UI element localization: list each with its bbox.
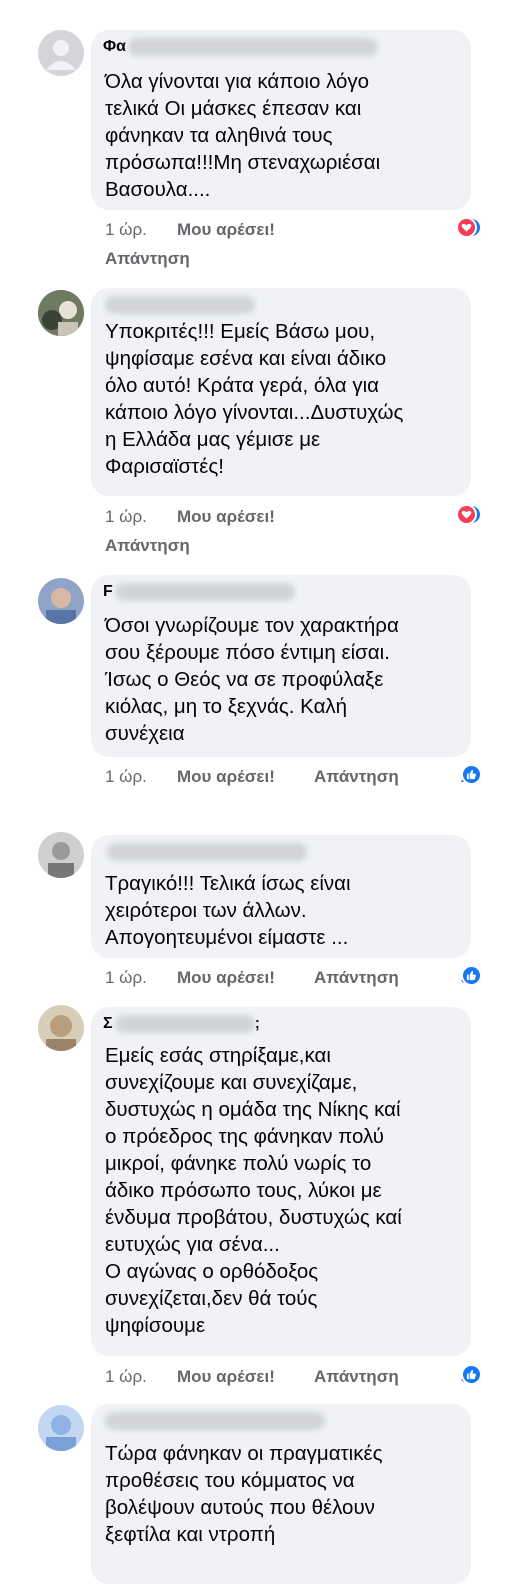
like-button[interactable]: Μου αρέσει! [177, 217, 275, 243]
comment-text: Υποκριτές!!! Εμείς Βάσω μου, ψηφίσαμε εσ… [105, 320, 404, 478]
like-button[interactable]: Μου αρέσει! [177, 1364, 275, 1390]
timestamp[interactable]: 1 ώρ. [105, 1364, 147, 1390]
reply-button[interactable]: Απάντηση [105, 533, 190, 559]
timestamp[interactable]: 1 ώρ. [105, 764, 147, 790]
like-button[interactable]: Μου αρέσει! [177, 965, 275, 991]
comment-actions: 1 ώρ. Μου αρέσει! 3 [105, 217, 482, 243]
like-button[interactable]: Μου αρέσει! [177, 764, 275, 790]
commenter-name[interactable]: F [103, 581, 295, 603]
love-icon [455, 504, 477, 525]
commenter-name[interactable] [103, 294, 255, 316]
comment-text: Όλα γίνονται για κάποιο λόγο τελικά Οι μ… [105, 70, 381, 201]
avatar-photo [38, 578, 84, 624]
reactions[interactable]: 2 [460, 764, 482, 790]
avatar[interactable] [38, 578, 84, 624]
like-icon [460, 764, 482, 785]
comment-bubble: Υποκριτές!!! Εμείς Βάσω μου, ψηφίσαμε εσ… [91, 288, 471, 496]
comment-actions: 1 ώρ. Μου αρέσει! Απάντηση 3 [105, 1364, 482, 1390]
comment-bubble: Τραγικό!!! Τελικά ίσως είναι χειρότεροι … [91, 835, 471, 958]
avatar-photo [38, 1005, 84, 1051]
default-avatar-icon [38, 30, 84, 76]
comment-text: Εμείς εσάς στηρίξαμε,και συνεχίζουμε και… [105, 1044, 402, 1337]
reply-button[interactable]: Απάντηση [314, 965, 399, 991]
timestamp[interactable]: 1 ώρ. [105, 217, 147, 243]
avatar[interactable] [38, 1005, 84, 1051]
commenter-name[interactable] [103, 1410, 325, 1432]
like-button[interactable]: Μου αρέσει! [177, 504, 275, 530]
commenter-name[interactable]: Φα [103, 36, 378, 58]
comment-text: Όσοι γνωρίζουμε τον χαρακτήρα σου ξέρουμ… [105, 614, 399, 745]
comment-bubble: F Όσοι γνωρίζουμε τον χαρακτήρα σου ξέρο… [91, 575, 471, 757]
reactions[interactable]: 3 [460, 1364, 482, 1390]
avatar-photo [38, 832, 84, 878]
reactions[interactable]: 3 [460, 965, 482, 991]
timestamp[interactable]: 1 ώρ. [105, 965, 147, 991]
reactions[interactable]: 3 [455, 217, 482, 243]
reply-button[interactable]: Απάντηση [105, 246, 190, 272]
comment-text: Τραγικό!!! Τελικά ίσως είναι χειρότεροι … [105, 872, 351, 949]
avatar-photo [38, 290, 84, 336]
comment-actions: 1 ώρ. Μου αρέσει! Απάντηση 2 [105, 764, 482, 790]
like-icon [460, 965, 482, 986]
comment-bubble: Φα Όλα γίνονται για κάποιο λόγο τελικά Ο… [91, 30, 471, 210]
comment-text: Τώρα φάνηκαν οι πραγματικές προθέσεις το… [105, 1442, 383, 1546]
comment-bubble: Τώρα φάνηκαν οι πραγματικές προθέσεις το… [91, 1404, 471, 1584]
reply-button[interactable]: Απάντηση [314, 764, 399, 790]
comment-actions: 1 ώρ. Μου αρέσει! Απάντηση 3 [105, 965, 482, 991]
avatar[interactable] [38, 30, 84, 76]
comment-bubble: Σ; Εμείς εσάς στηρίξαμε,και συνεχίζουμε … [91, 1007, 471, 1356]
reply-button[interactable]: Απάντηση [314, 1364, 399, 1390]
avatar[interactable] [38, 1405, 84, 1451]
avatar-photo [38, 1405, 84, 1451]
avatar[interactable] [38, 832, 84, 878]
avatar[interactable] [38, 290, 84, 336]
like-icon [460, 1364, 482, 1385]
love-icon [455, 217, 477, 238]
commenter-name[interactable]: Σ; [103, 1013, 260, 1035]
commenter-name[interactable] [103, 841, 307, 863]
timestamp[interactable]: 1 ώρ. [105, 504, 147, 530]
comment-actions: 1 ώρ. Μου αρέσει! 3 [105, 504, 482, 530]
reactions[interactable]: 3 [455, 504, 482, 530]
